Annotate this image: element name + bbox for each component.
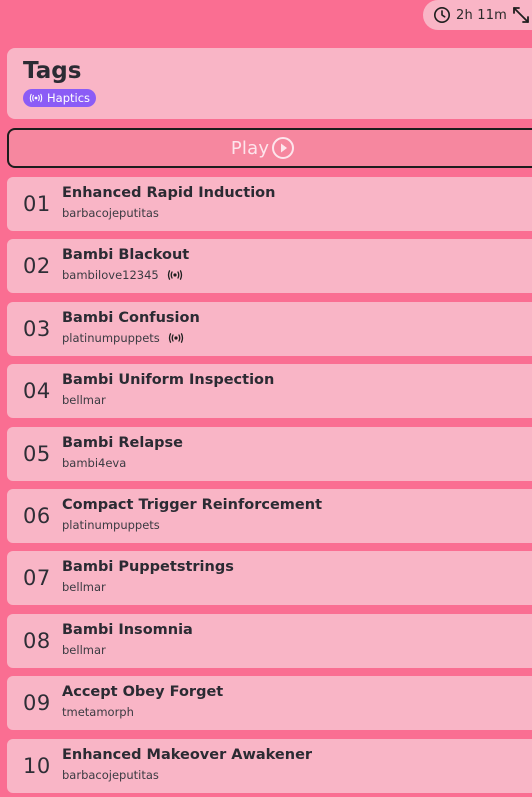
track-title: Bambi Confusion xyxy=(62,309,200,326)
track-author: platinumpuppets xyxy=(62,517,160,532)
track-row[interactable]: 05 Bambi Relapse bambi4eva xyxy=(7,426,532,481)
track-number: 10 xyxy=(23,753,51,778)
play-button-content: Play xyxy=(231,136,295,160)
track-title: Compact Trigger Reinforcement xyxy=(62,496,323,513)
haptics-badge-label: Haptics xyxy=(47,91,91,105)
track-list: 01 Enhanced Rapid Induction barbacojeputit… xyxy=(7,177,532,797)
track-number: 01 xyxy=(23,192,51,216)
track-title: Bambi Insomnia xyxy=(62,621,193,638)
track-row[interactable]: 07 Bambi Puppetstrings bellmar xyxy=(7,551,532,606)
track-author: bambilove12345 xyxy=(62,268,159,283)
play-label: Play xyxy=(230,137,270,159)
track-number: 05 xyxy=(23,441,51,466)
track-author: platinumpuppets xyxy=(62,330,160,345)
track-row[interactable]: 08 Bambi Insomnia bellmar xyxy=(7,613,532,668)
track-row[interactable]: 03 Bambi Confusion platinumpuppets xyxy=(7,301,532,356)
track-meta: bellmar xyxy=(62,393,106,407)
haptics-icon xyxy=(167,270,182,281)
track-number: 08 xyxy=(23,628,51,653)
track-author: barbacojeputitas xyxy=(62,206,159,220)
track-title: Enhanced Makeover Awakener xyxy=(62,746,313,763)
track-row[interactable]: 06 Compact Trigger Reinforcement platinump… xyxy=(7,488,532,543)
track-row[interactable]: 10 Enhanced Makeover Awakener barbacojeput… xyxy=(7,738,532,793)
play-circle-icon xyxy=(272,137,295,159)
haptics-badge[interactable]: Haptics xyxy=(23,89,97,107)
track-title: Bambi Relapse xyxy=(62,434,183,451)
track-meta: bellmar xyxy=(62,580,106,594)
page-title: Tags xyxy=(23,58,82,84)
track-meta: bellmar xyxy=(62,643,106,657)
total-duration: 2h 11m xyxy=(456,7,508,23)
track-meta: platinumpuppets xyxy=(62,331,184,345)
track-title: Bambi Blackout xyxy=(62,247,190,264)
track-number: 07 xyxy=(23,566,51,591)
track-author: bellmar xyxy=(62,580,106,595)
track-meta: bambi4eva xyxy=(62,456,126,470)
track-row[interactable]: 04 Bambi Uniform Inspection bellmar xyxy=(7,364,532,419)
track-author: bellmar xyxy=(62,642,106,657)
track-title: Accept Obey Forget xyxy=(62,684,224,701)
clock-icon xyxy=(433,6,451,24)
expand-icon[interactable] xyxy=(511,5,531,25)
track-meta: bambilove12345 xyxy=(62,268,183,282)
track-title: Enhanced Rapid Induction xyxy=(62,185,276,201)
track-title: Bambi Uniform Inspection xyxy=(62,372,275,389)
track-author: tmetamorph xyxy=(62,705,134,720)
track-row[interactable]: 09 Accept Obey Forget tmetamorph xyxy=(7,676,532,731)
track-title: Bambi Puppetstrings xyxy=(62,559,234,576)
header-card: Tags Haptics xyxy=(7,48,532,119)
haptics-icon xyxy=(29,93,43,103)
track-row[interactable]: 01 Enhanced Rapid Induction barbacojeputit… xyxy=(7,177,532,231)
track-number: 09 xyxy=(23,691,51,716)
track-number: 04 xyxy=(23,379,51,404)
track-number: 06 xyxy=(23,503,51,528)
play-button[interactable]: Play xyxy=(7,128,532,168)
track-author: barbacojeputitas xyxy=(62,767,159,782)
track-author: bellmar xyxy=(62,393,106,408)
track-meta: barbacojeputitas xyxy=(62,206,159,220)
haptics-icon xyxy=(168,332,183,343)
track-meta: tmetamorph xyxy=(62,705,134,719)
track-row[interactable]: 02 Bambi Blackout bambilove12345 xyxy=(7,239,532,294)
track-meta: barbacojeputitas xyxy=(62,768,159,782)
playlist-page: 2h 11m Tags Haptics Play 01 Enhanced Rap… xyxy=(0,0,532,797)
track-author: bambi4eva xyxy=(62,455,127,470)
track-meta: platinumpuppets xyxy=(62,518,160,532)
track-number: 02 xyxy=(23,254,51,279)
track-number: 03 xyxy=(23,316,51,341)
